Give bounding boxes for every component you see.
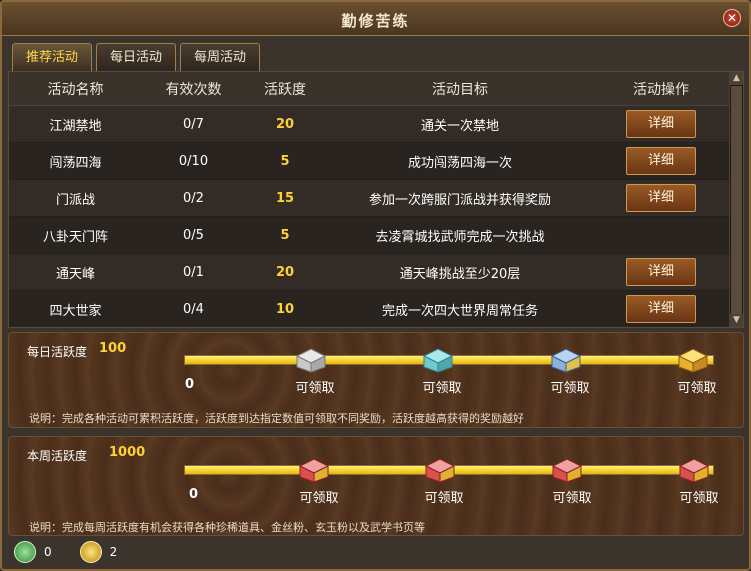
table-body: 江湖禁地 0/7 20 通关一次禁地 详细 闯荡四海 0/10 5 成功闯荡四海… xyxy=(9,106,743,327)
activity-count: 0/7 xyxy=(183,116,204,132)
activity-name: 门派战 xyxy=(55,192,95,208)
gold-coin-icon xyxy=(79,541,102,563)
detail-button[interactable]: 详细 xyxy=(626,184,696,212)
activity-name: 八卦天门阵 xyxy=(42,229,108,245)
tab-weekly[interactable]: 每周活动 xyxy=(180,43,260,71)
table-row: 江湖禁地 0/7 20 通关一次禁地 详细 xyxy=(9,106,743,143)
weekly-note: 说明：完成每周活跃度有机会获得各种珍稀道具、金丝粉、玄玉粉以及武学书页等 xyxy=(29,521,425,534)
close-icon: ✕ xyxy=(726,11,738,25)
jade-coin-icon xyxy=(14,541,36,563)
daily-activity-value: 100 xyxy=(99,341,127,356)
detail-button[interactable]: 详细 xyxy=(626,147,696,175)
daily-activity-window: 勤修苦练 ✕ 推荐活动 每日活动 每周活动 活动名称 有效次数 活跃度 活动目标… xyxy=(0,0,751,571)
activity-count: 0/2 xyxy=(183,190,204,206)
window-title: 勤修苦练 xyxy=(341,12,410,30)
scroll-down-arrow-icon[interactable]: ▼ xyxy=(730,314,743,327)
close-button[interactable]: ✕ xyxy=(723,9,741,27)
activity-points: 20 xyxy=(275,264,295,280)
header-activity-action: 活动操作 xyxy=(633,81,689,98)
header-activity-name: 活动名称 xyxy=(47,81,104,98)
weekly-chest-3-icon[interactable] xyxy=(550,457,584,483)
activity-points: 5 xyxy=(280,153,290,169)
activity-name: 闯荡四海 xyxy=(49,155,102,171)
table-row: 闯荡四海 0/10 5 成功闯荡四海一次 详细 xyxy=(9,143,743,180)
scroll-up-arrow-icon[interactable]: ▲ xyxy=(730,72,743,85)
daily-chest-2-label[interactable]: 可领取 xyxy=(412,377,472,396)
activity-action-cell: 详细 xyxy=(595,258,727,286)
detail-button[interactable]: 详细 xyxy=(626,110,696,138)
activity-action-cell: 详细 xyxy=(595,295,727,323)
activity-points: 5 xyxy=(280,227,290,243)
daily-chest-4-label[interactable]: 可领取 xyxy=(667,377,727,396)
activity-count: 0/4 xyxy=(183,301,204,317)
weekly-chest-3-label[interactable]: 可领取 xyxy=(542,487,602,506)
daily-note: 说明：完成各种活动可累积活跃度，活跃度到达指定数值可领取不同奖励，活跃度越高获得… xyxy=(29,412,524,425)
header-activity-target: 活动目标 xyxy=(432,81,488,98)
activity-points: 15 xyxy=(275,190,295,206)
activity-action-cell: 详细 xyxy=(595,147,727,175)
currency-footer: 0 2 xyxy=(14,541,137,563)
activity-name: 江湖禁地 xyxy=(49,118,102,134)
activity-tabs: 推荐活动 每日活动 每周活动 xyxy=(12,43,260,71)
weekly-chest-2-label[interactable]: 可领取 xyxy=(414,487,474,506)
activity-target: 通天峰挑战至少20层 xyxy=(399,266,521,282)
weekly-chest-4-label[interactable]: 可领取 xyxy=(669,487,729,506)
scroll-thumb[interactable] xyxy=(731,86,742,314)
daily-activity-label: 每日活跃度 xyxy=(27,345,88,359)
table-row: 四大世家 0/4 10 完成一次四大世界周常任务 详细 xyxy=(9,291,743,327)
table-row: 通天峰 0/1 20 通天峰挑战至少20层 详细 xyxy=(9,254,743,291)
activity-target: 成功闯荡四海一次 xyxy=(407,155,512,171)
table-scrollbar[interactable]: ▲ ▼ xyxy=(729,72,743,327)
daily-activity-panel: 每日活跃度 100 0 可领取 可领取 可领取 可领取 说明：完成各种活动可累积… xyxy=(8,332,744,428)
activity-points: 20 xyxy=(275,116,295,132)
weekly-activity-value: 1000 xyxy=(109,445,146,460)
activity-table: 活动名称 有效次数 活跃度 活动目标 活动操作 江湖禁地 0/7 20 通关一次… xyxy=(8,71,744,328)
weekly-zero-label: 0 xyxy=(189,487,199,502)
detail-button[interactable]: 详细 xyxy=(626,258,696,286)
weekly-chest-1-label[interactable]: 可领取 xyxy=(289,487,349,506)
activity-target: 参加一次跨服门派战并获得奖励 xyxy=(368,192,551,208)
daily-chest-1-icon[interactable] xyxy=(294,347,328,373)
activity-points: 10 xyxy=(275,301,295,317)
activity-name: 通天峰 xyxy=(55,266,95,282)
activity-target: 通关一次禁地 xyxy=(420,118,499,134)
activity-target: 去凌霄城找武师完成一次挑战 xyxy=(375,229,545,245)
daily-zero-label: 0 xyxy=(185,377,195,392)
detail-button[interactable]: 详细 xyxy=(626,295,696,323)
activity-count: 0/5 xyxy=(183,227,204,243)
title-bar[interactable]: 勤修苦练 ✕ xyxy=(2,2,749,36)
table-row: 门派战 0/2 15 参加一次跨服门派战并获得奖励 详细 xyxy=(9,180,743,217)
daily-chest-2-icon[interactable] xyxy=(421,347,455,373)
weekly-activity-label: 本周活跃度 xyxy=(27,449,88,463)
activity-count: 0/1 xyxy=(183,264,204,280)
table-header: 活动名称 有效次数 活跃度 活动目标 活动操作 xyxy=(9,72,743,106)
weekly-chest-2-icon[interactable] xyxy=(423,457,457,483)
gold-count: 2 xyxy=(109,545,118,559)
activity-count: 0/10 xyxy=(178,153,209,169)
weekly-chest-4-icon[interactable] xyxy=(677,457,711,483)
daily-chest-3-icon[interactable] xyxy=(549,347,583,373)
tab-daily[interactable]: 每日活动 xyxy=(96,43,176,71)
table-row: 八卦天门阵 0/5 5 去凌霄城找武师完成一次挑战 xyxy=(9,217,743,254)
jade-count: 0 xyxy=(44,545,52,559)
activity-name: 四大世家 xyxy=(49,303,102,319)
tab-recommended[interactable]: 推荐活动 xyxy=(12,43,92,71)
weekly-chest-1-icon[interactable] xyxy=(297,457,331,483)
daily-chest-4-icon[interactable] xyxy=(676,347,710,373)
header-valid-count: 有效次数 xyxy=(165,81,222,98)
activity-action-cell: 详细 xyxy=(595,184,727,212)
activity-action-cell: 详细 xyxy=(595,110,727,138)
daily-chest-1-label[interactable]: 可领取 xyxy=(285,377,345,396)
activity-target: 完成一次四大世界周常任务 xyxy=(381,303,538,319)
header-activity-points: 活跃度 xyxy=(264,81,306,98)
daily-chest-3-label[interactable]: 可领取 xyxy=(540,377,600,396)
weekly-activity-panel: 本周活跃度 1000 0 可领取 可领取 可领取 可领取 说明：完成每周活跃度有… xyxy=(8,436,744,536)
